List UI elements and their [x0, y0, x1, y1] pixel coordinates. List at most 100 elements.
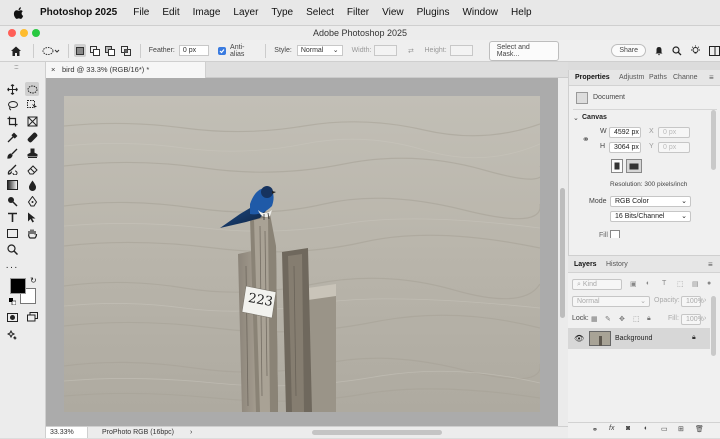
- notifications-button[interactable]: [654, 46, 664, 56]
- layer-style-icon[interactable]: fx: [609, 425, 614, 432]
- apple-icon[interactable]: [12, 6, 26, 20]
- delete-layer-icon[interactable]: 🗑︎: [695, 425, 704, 433]
- menu-edit[interactable]: Edit: [162, 7, 179, 18]
- new-group-icon[interactable]: ▭: [661, 425, 668, 433]
- menu-plugins[interactable]: Plugins: [417, 7, 450, 18]
- antialias-checkbox[interactable]: [218, 46, 227, 55]
- tab-layers[interactable]: Layers: [574, 256, 597, 273]
- lock-artboard-icon[interactable]: ⬚: [633, 315, 640, 323]
- close-window-button[interactable]: [8, 29, 16, 37]
- height-input[interactable]: [449, 45, 473, 56]
- intersect-selection-button[interactable]: [120, 44, 132, 57]
- blur-tool[interactable]: [25, 178, 39, 192]
- edit-toolbar-button[interactable]: ···: [5, 260, 19, 274]
- filter-shape-icon[interactable]: ⬚: [677, 280, 684, 288]
- gradient-tool[interactable]: [5, 178, 19, 192]
- marquee-preset-picker[interactable]: [40, 46, 63, 56]
- discover-button[interactable]: [690, 45, 701, 56]
- lock-pixels-icon[interactable]: ✎: [605, 315, 611, 323]
- link-layers-icon[interactable]: ⚭: [592, 426, 598, 434]
- tab-history[interactable]: History: [606, 256, 628, 273]
- move-tool[interactable]: [5, 82, 19, 96]
- canvas-height-input[interactable]: 3064 px: [609, 142, 641, 153]
- clone-stamp-tool[interactable]: [25, 146, 39, 160]
- menu-file[interactable]: File: [133, 7, 149, 18]
- swap-dimensions-button[interactable]: ⇄: [402, 47, 419, 55]
- menu-type[interactable]: Type: [271, 7, 293, 18]
- opacity-input[interactable]: 100%: [681, 296, 704, 307]
- rectangle-tool[interactable]: [5, 226, 19, 240]
- tab-paths[interactable]: Paths: [649, 70, 667, 86]
- canvas-x-input[interactable]: 0 px: [658, 127, 690, 138]
- lasso-tool[interactable]: [5, 98, 19, 112]
- width-input[interactable]: [374, 45, 398, 56]
- fill-swatch[interactable]: [610, 230, 620, 238]
- close-tab-icon[interactable]: ×: [51, 62, 55, 78]
- filter-pixel-icon[interactable]: ▣: [630, 280, 637, 288]
- document-canvas[interactable]: 223: [64, 96, 540, 412]
- pen-tool[interactable]: [25, 194, 39, 208]
- eraser-tool[interactable]: [25, 162, 39, 176]
- search-button[interactable]: [672, 45, 682, 56]
- object-selection-tool[interactable]: [25, 98, 39, 112]
- generative-tool[interactable]: [5, 328, 19, 342]
- filter-toggle-icon[interactable]: ●: [707, 280, 711, 287]
- history-brush-tool[interactable]: [5, 162, 19, 176]
- color-mode-select[interactable]: RGB Color ⌄: [610, 196, 691, 207]
- minimize-window-button[interactable]: [20, 29, 28, 37]
- type-tool[interactable]: [5, 210, 19, 224]
- tab-adjustments[interactable]: Adjustm: [619, 70, 644, 86]
- filter-adjustment-icon[interactable]: ◐: [646, 280, 650, 287]
- filter-type-icon[interactable]: T: [662, 280, 666, 287]
- canvas-width-input[interactable]: 4592 px: [609, 127, 641, 138]
- subtract-selection-button[interactable]: [104, 44, 116, 57]
- link-dimensions-icon[interactable]: ⚭: [582, 134, 590, 145]
- default-colors-icon[interactable]: [9, 298, 17, 306]
- menu-view[interactable]: View: [382, 7, 404, 18]
- menu-select[interactable]: Select: [306, 7, 334, 18]
- layer-row[interactable]: 👁︎ Background 🔒︎: [568, 328, 710, 349]
- hand-tool[interactable]: [25, 226, 39, 240]
- properties-scrollbar[interactable]: [711, 110, 716, 170]
- workspace-button[interactable]: [709, 45, 720, 56]
- status-menu-chevron-icon[interactable]: ›: [190, 427, 192, 438]
- panel-menu-icon[interactable]: ≡: [709, 70, 714, 86]
- eye-icon[interactable]: 👁︎: [574, 334, 584, 343]
- frame-tool[interactable]: [25, 114, 39, 128]
- path-selection-tool[interactable]: [25, 210, 39, 224]
- tab-channels[interactable]: Channe: [673, 70, 698, 86]
- lock-position-icon[interactable]: ✥: [619, 315, 625, 323]
- swap-colors-icon[interactable]: ↻: [30, 276, 37, 285]
- portrait-orientation-button[interactable]: [611, 159, 623, 173]
- canvas-y-input[interactable]: 0 px: [658, 142, 690, 153]
- tab-properties[interactable]: Properties: [575, 70, 610, 86]
- screen-mode-button[interactable]: [25, 310, 39, 324]
- lock-transparent-icon[interactable]: ▦: [591, 315, 598, 323]
- style-select[interactable]: Normal ⌄: [296, 45, 343, 56]
- dodge-tool[interactable]: [5, 194, 19, 208]
- select-and-mask-button[interactable]: Select and Mask...: [488, 40, 560, 61]
- zoom-window-button[interactable]: [32, 29, 40, 37]
- zoom-tool[interactable]: [5, 242, 19, 256]
- horizontal-scroll-thumb[interactable]: [312, 430, 442, 435]
- elliptical-marquee-tool[interactable]: [25, 82, 39, 96]
- new-layer-icon[interactable]: ⊞: [678, 425, 684, 433]
- menu-window[interactable]: Window: [462, 7, 498, 18]
- new-adjustment-layer-icon[interactable]: ◐: [644, 425, 648, 432]
- new-selection-button[interactable]: [73, 44, 86, 57]
- fill-input[interactable]: 100%: [681, 314, 704, 325]
- document-tab[interactable]: × bird @ 33.3% (RGB/16*) *: [46, 62, 206, 78]
- blend-mode-select[interactable]: Normal ⌄: [572, 296, 650, 307]
- brush-tool[interactable]: [5, 146, 19, 160]
- menu-filter[interactable]: Filter: [347, 7, 369, 18]
- menu-app[interactable]: Photoshop 2025: [40, 7, 117, 18]
- layer-filter-select[interactable]: ⌕ Kind: [572, 279, 622, 290]
- vertical-scroll-thumb[interactable]: [560, 188, 565, 318]
- zoom-level[interactable]: 33.33%: [46, 427, 88, 438]
- filter-smart-object-icon[interactable]: ▤: [692, 280, 699, 288]
- lock-all-icon[interactable]: 🔒︎: [647, 315, 651, 323]
- vertical-scrollbar[interactable]: [558, 78, 568, 426]
- bit-depth-select[interactable]: 16 Bits/Channel ⌄: [610, 211, 691, 222]
- menu-image[interactable]: Image: [193, 7, 221, 18]
- quick-mask-button[interactable]: [5, 310, 19, 324]
